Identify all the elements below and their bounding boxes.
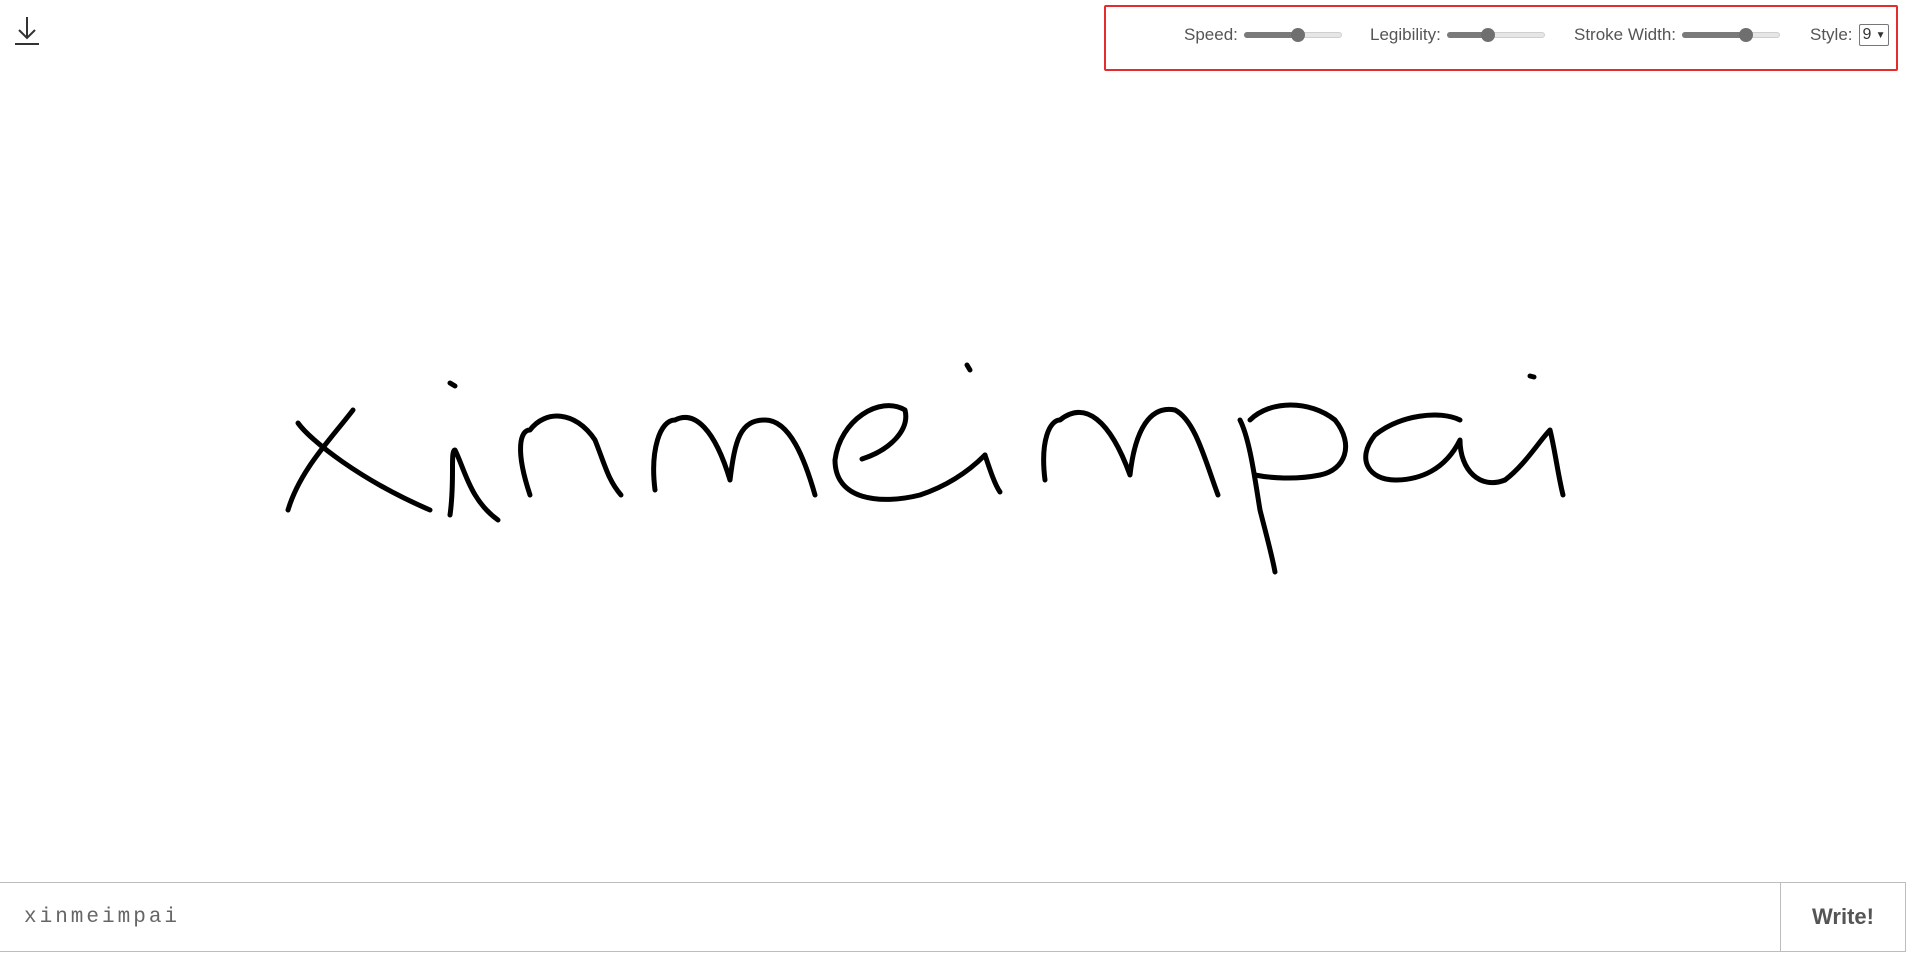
handwriting-stroke [982, 452, 1003, 495]
handwriting-stroke [447, 447, 501, 523]
handwriting-canvas [0, 72, 1910, 882]
handwriting-stroke [1237, 417, 1278, 575]
handwriting-stroke [295, 420, 433, 513]
handwriting-app: Speed: Legibility: Stroke Width: Style: … [0, 0, 1910, 958]
handwriting-stroke [832, 403, 988, 502]
handwriting-stroke [1041, 406, 1221, 498]
handwriting-stroke [1502, 427, 1566, 498]
stroke-width-slider[interactable] [1682, 28, 1781, 42]
style-select-value: 9 [1862, 26, 1872, 43]
legibility-slider[interactable] [1446, 28, 1545, 42]
input-bar: Write! [0, 882, 1906, 952]
stroke-width-control: Stroke Width: [1574, 23, 1781, 47]
download-button[interactable] [12, 14, 42, 48]
handwriting-stroke [447, 380, 458, 389]
legibility-label: Legibility: [1370, 25, 1441, 44]
download-arrow-icon [15, 17, 39, 45]
text-input[interactable] [0, 883, 1780, 951]
speed-slider-thumb[interactable] [1290, 28, 1305, 42]
controls-panel: Speed: Legibility: Stroke Width: Style: … [1104, 5, 1898, 71]
speed-control: Speed: [1184, 23, 1342, 47]
legibility-control: Legibility: [1370, 23, 1545, 47]
handwriting-output [285, 362, 1566, 575]
handwriting-stroke [964, 362, 973, 373]
chevron-down-icon: ▼ [1875, 29, 1886, 41]
handwriting-stroke [1363, 412, 1508, 486]
style-control: Style: 9 ▼ [1810, 23, 1889, 47]
legibility-slider-thumb[interactable] [1481, 28, 1496, 42]
stroke-width-slider-thumb[interactable] [1738, 28, 1753, 42]
style-label: Style: [1810, 25, 1853, 44]
handwriting-stroke [1247, 402, 1349, 481]
style-select[interactable]: 9 ▼ [1858, 24, 1889, 46]
stroke-width-label: Stroke Width: [1574, 25, 1677, 44]
speed-slider[interactable] [1243, 28, 1342, 42]
handwriting-stroke [518, 413, 624, 498]
write-button[interactable]: Write! [1780, 883, 1905, 951]
speed-slider-fill [1243, 32, 1298, 38]
handwriting-stroke [651, 415, 818, 498]
stroke-width-slider-fill [1682, 32, 1746, 38]
handwriting-stroke [1527, 373, 1537, 380]
speed-label: Speed: [1184, 25, 1238, 44]
